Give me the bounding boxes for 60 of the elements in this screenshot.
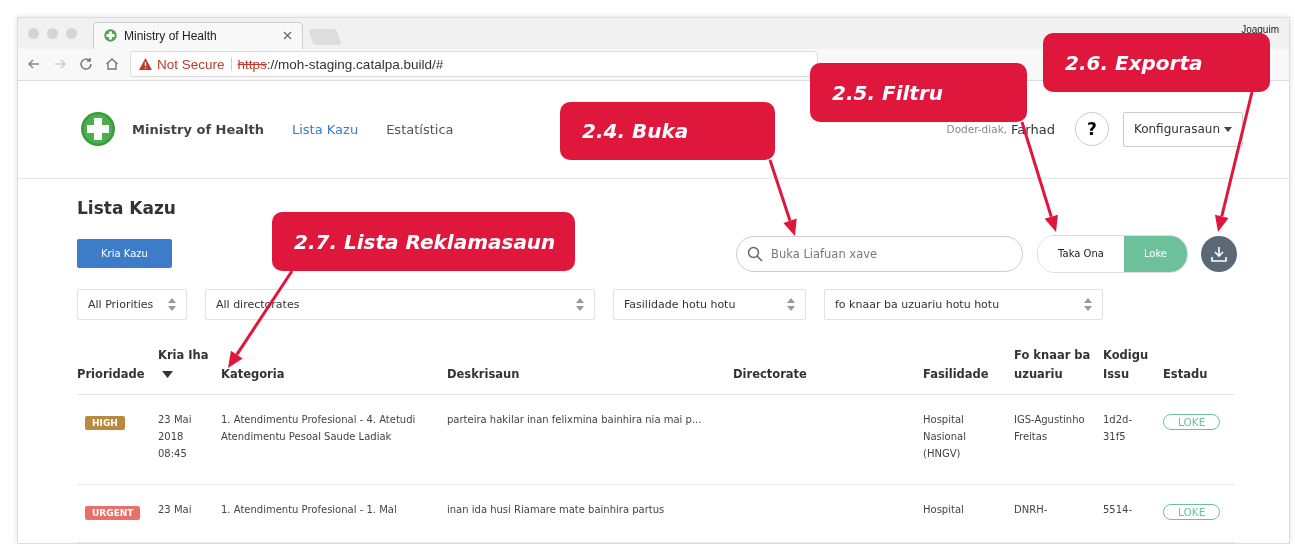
table-cell-text: parteira hakilar inan felixmina bainhira nia mai p...: [447, 413, 703, 427]
table-cell-text: 1. Atendimentu Profesional - 4. Atetudi Atendimentu Pesoal Saude Ladiak: [221, 413, 417, 444]
table-cell-text: IGS-Agustinho Freitas: [1014, 413, 1086, 444]
sort-updown-icon: [1084, 297, 1092, 311]
brand-name: Ministry of Health: [132, 121, 264, 137]
page-title: Lista Kazu: [77, 197, 177, 218]
url-scheme: https: [237, 56, 267, 72]
column-header[interactable]: Prioridade: [77, 365, 158, 385]
callout-label: 2.6. Exporta: [1043, 33, 1270, 92]
table-cell-text: 1d2d-31f5: [1103, 413, 1134, 444]
profile-name[interactable]: Joaquim: [1241, 24, 1279, 35]
table-cell-text: Hospital: [923, 503, 965, 517]
callout-label: 2.5. Filtru: [810, 63, 1027, 122]
tab-title: Ministry of Health: [124, 28, 218, 43]
url-text: ://moh-staging.catalpa.build/#: [266, 56, 444, 72]
column-header[interactable]: Kategoria: [221, 365, 447, 385]
table-cell-text: 23 Mai 2018 08:45: [158, 413, 193, 461]
sort-updown-icon: [787, 297, 795, 311]
greeting-text: Doder-diak,: [946, 123, 1008, 136]
home-icon[interactable]: [104, 56, 120, 73]
create-case-button[interactable]: Kria Kazu: [77, 239, 172, 269]
column-header[interactable]: Kodigu Issu: [1103, 345, 1163, 385]
table-cell-text: 1. Atendimentu Profesional - 1. Mal: [221, 503, 398, 517]
column-header[interactable]: Directorate: [733, 365, 923, 385]
filter-select[interactable]: fo knaar ba uzuariu hotu hotu: [824, 288, 1103, 320]
priority-badge: URGENT: [85, 506, 141, 520]
column-header[interactable]: Kria Iha: [158, 345, 221, 385]
download-icon: [1210, 244, 1228, 263]
column-header[interactable]: Deskrisaun: [447, 365, 733, 385]
nav-link[interactable]: Lista Kazu: [292, 121, 359, 137]
logo-icon: [80, 111, 116, 148]
close-icon[interactable]: [283, 31, 292, 41]
search-icon: [747, 245, 764, 262]
table-cell-text: inan ida husi Riamare mate bainhira partus: [447, 503, 666, 517]
sort-updown-icon: [168, 297, 176, 311]
address-bar[interactable]: Not Secure https://moh-staging.catalpa.build/#: [130, 51, 818, 78]
help-button[interactable]: ?: [1074, 112, 1109, 147]
callout-label: 2.7. Lista Reklamasaun: [272, 212, 575, 271]
sort-updown-icon: [576, 297, 584, 311]
favicon-icon: [104, 29, 117, 43]
security-label: Not Secure: [157, 56, 225, 72]
priority-badge: HIGH: [85, 416, 125, 430]
table-cell-text: DNRH-: [1014, 503, 1049, 517]
warning-icon: [139, 58, 152, 71]
table-cell-text: Hospital Nasional (HNGV): [923, 413, 967, 461]
column-header[interactable]: Fo knaar ba uzuariu: [1014, 345, 1103, 385]
download-button[interactable]: [1201, 235, 1237, 272]
nav-link[interactable]: Estatística: [386, 121, 454, 137]
column-header[interactable]: Fasilidade: [923, 365, 1014, 385]
filter-select[interactable]: All Priorities: [77, 288, 187, 320]
search-field[interactable]: Buka Liafuan xave: [736, 235, 1024, 272]
table-cell-text: 5514-: [1103, 503, 1134, 517]
caret-icon: [1224, 126, 1232, 132]
callout-label: 2.4. Buka: [560, 102, 775, 160]
column-header[interactable]: Estadu: [1163, 365, 1233, 385]
table-cell-text: 23 Mai: [158, 503, 193, 517]
settings-dropdown[interactable]: Konfigurasaun: [1122, 111, 1243, 147]
filter-select[interactable]: Fasilidade hotu hotu: [613, 288, 806, 320]
browser-tab[interactable]: Ministry of Health: [93, 21, 303, 49]
reload-icon[interactable]: [78, 56, 94, 73]
